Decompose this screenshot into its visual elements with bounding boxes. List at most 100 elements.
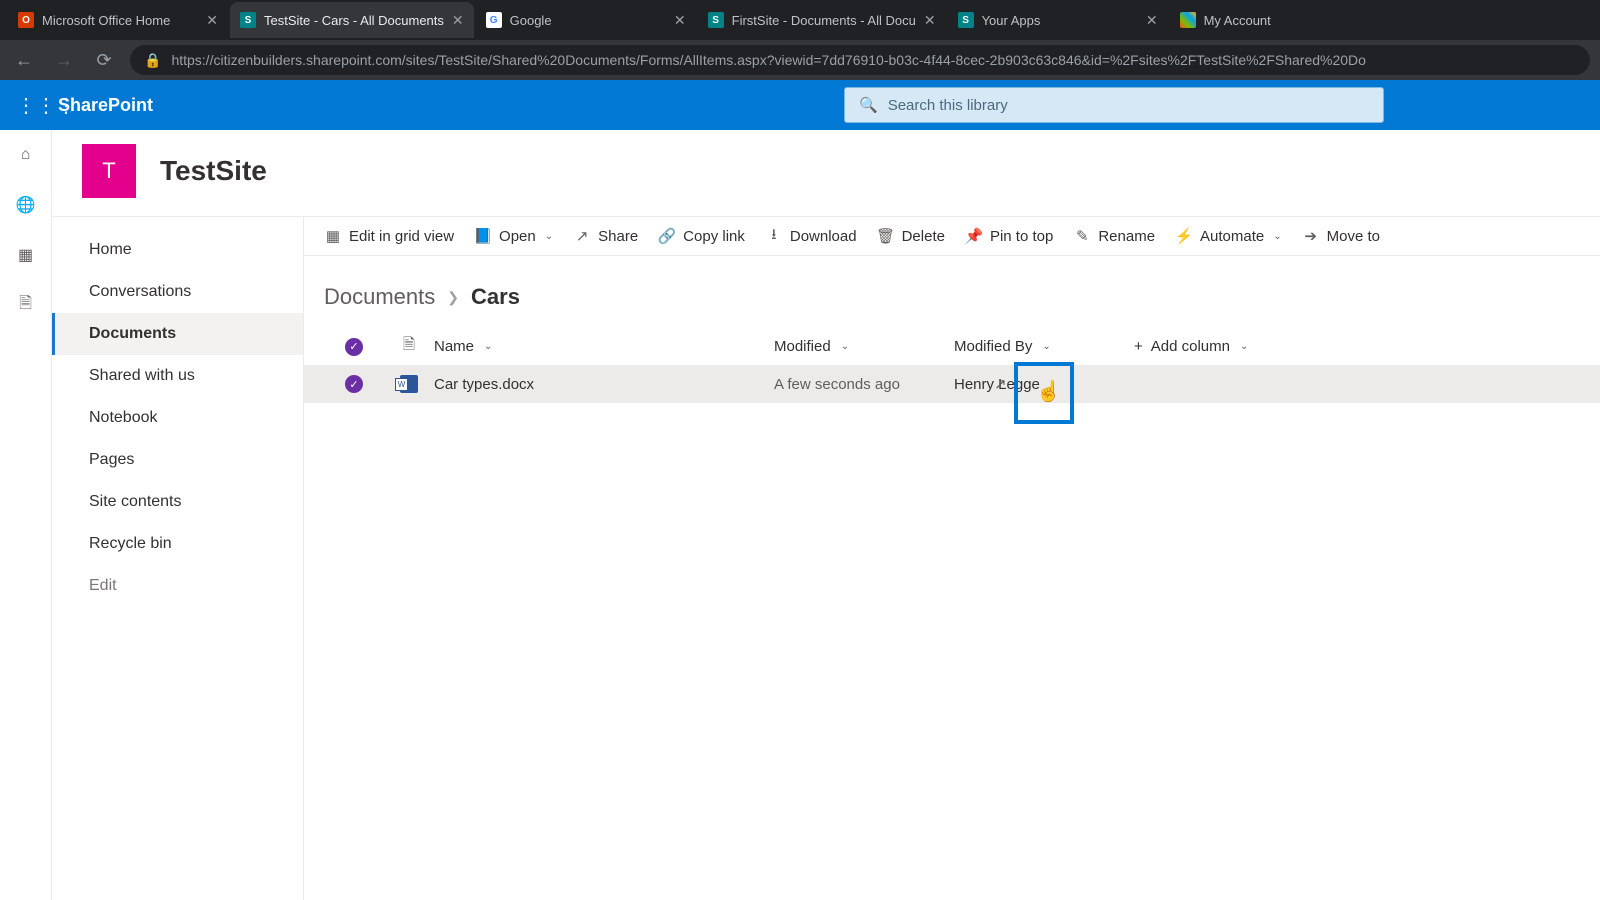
address-bar[interactable]: 🔒 https://citizenbuilders.sharepoint.com… [130, 45, 1590, 75]
favicon: S [240, 12, 256, 28]
nav-home[interactable]: Home [52, 229, 303, 271]
tab-title: FirstSite - Documents - All Docu [732, 13, 916, 28]
search-input[interactable]: 🔍 Search this library [844, 87, 1384, 123]
breadcrumb-current: Cars [471, 284, 520, 310]
close-icon[interactable]: ✕ [924, 12, 936, 29]
chevron-down-icon: ⌄ [1042, 341, 1050, 352]
browser-toolbar: ← → ⟳ 🔒 https://citizenbuilders.sharepoi… [0, 40, 1600, 80]
suite-brand[interactable]: SharePoint [58, 95, 153, 116]
column-modified-by[interactable]: Modified By⌄ [954, 338, 1134, 355]
breadcrumb: Documents ❯ Cars [304, 256, 1600, 328]
pin-icon: 📌 [965, 227, 983, 245]
home-icon[interactable]: ⌂ [15, 144, 37, 166]
edit-grid-button[interactable]: ▦Edit in grid view [324, 227, 454, 245]
move-button[interactable]: ➔Move to [1302, 227, 1380, 245]
delete-button[interactable]: 🗑Delete [877, 227, 945, 245]
news-icon[interactable]: ▦ [15, 244, 37, 266]
chevron-down-icon: ⌄ [545, 231, 553, 242]
favicon: O [18, 12, 34, 28]
rename-icon: ✎ [1073, 227, 1091, 245]
grid-icon: ▦ [324, 227, 342, 245]
command-bar: ▦Edit in grid view 📘Open⌄ ↗Share 🔗Copy l… [304, 217, 1600, 256]
tab-title: My Account [1204, 13, 1320, 28]
browser-tab[interactable]: S TestSite - Cars - All Documents ✕ [230, 2, 474, 38]
lock-icon: 🔒 [144, 52, 161, 69]
file-name[interactable]: Car types.docx [434, 376, 534, 393]
browser-tab[interactable]: S Your Apps ✕ [948, 2, 1168, 38]
pin-button[interactable]: 📌Pin to top [965, 227, 1053, 245]
site-header: T TestSite [52, 130, 1600, 216]
tab-title: TestSite - Cars - All Documents [264, 13, 444, 28]
chevron-down-icon: ⌄ [484, 341, 492, 352]
download-button[interactable]: ⭳Download [765, 227, 857, 245]
forward-button[interactable]: → [50, 50, 78, 71]
site-logo[interactable]: T [82, 144, 136, 198]
chevron-right-icon: ❯ [447, 289, 459, 306]
browser-tab[interactable]: G Google ✕ [476, 2, 696, 38]
chevron-down-icon: ⌄ [1240, 341, 1248, 352]
nav-notebook[interactable]: Notebook [52, 397, 303, 439]
plus-icon: + [1134, 338, 1143, 355]
nav-pages[interactable]: Pages [52, 439, 303, 481]
download-icon: ⭳ [765, 227, 783, 245]
app-launcher-icon[interactable]: ⋮⋮⋮ [16, 93, 40, 118]
close-icon[interactable]: ✕ [1146, 12, 1158, 29]
word-icon: 📘 [474, 227, 492, 245]
favicon: S [708, 12, 724, 28]
breadcrumb-root[interactable]: Documents [324, 284, 435, 310]
reload-button[interactable]: ⟳ [90, 50, 118, 71]
move-icon: ➔ [1302, 227, 1320, 245]
site-left-nav: Home Conversations Documents Shared with… [52, 216, 304, 900]
back-button[interactable]: ← [10, 50, 38, 71]
chevron-down-icon: ⌄ [1273, 231, 1281, 242]
rename-button[interactable]: ✎Rename [1073, 227, 1155, 245]
favicon: S [958, 12, 974, 28]
share-icon[interactable]: ↗ [994, 375, 1007, 393]
browser-tab[interactable]: My Account [1170, 2, 1330, 38]
browser-tab[interactable]: O Microsoft Office Home ✕ [8, 2, 228, 38]
row-select-toggle[interactable]: ✓ [345, 375, 363, 393]
open-button[interactable]: 📘Open⌄ [474, 227, 553, 245]
site-title[interactable]: TestSite [160, 155, 267, 187]
favicon: G [486, 12, 502, 28]
search-icon: 🔍 [859, 96, 878, 114]
select-all-toggle[interactable]: ✓ [345, 338, 363, 356]
cursor-icon: ☝ [1036, 379, 1061, 404]
global-nav-rail: ⌂ 🌐 ▦ 🗎 [0, 130, 52, 900]
file-type-icon: 🗎 [403, 334, 415, 359]
word-doc-icon [400, 375, 418, 393]
chevron-down-icon: ⌄ [841, 341, 849, 352]
nav-recycle-bin[interactable]: Recycle bin [52, 523, 303, 565]
nav-shared[interactable]: Shared with us [52, 355, 303, 397]
share-icon: ↗ [573, 227, 591, 245]
table-row[interactable]: ✓ Car types.docx A few seconds ago Henry… [304, 365, 1600, 403]
close-icon[interactable]: ✕ [674, 12, 686, 29]
flow-icon: ⚡ [1175, 227, 1193, 245]
tab-title: Google [510, 13, 666, 28]
suite-header: ⋮⋮⋮ SharePoint 🔍 Search this library [0, 80, 1600, 130]
globe-icon[interactable]: 🌐 [15, 194, 37, 216]
search-placeholder: Search this library [888, 97, 1008, 114]
nav-documents[interactable]: Documents [52, 313, 303, 355]
automate-button[interactable]: ⚡Automate⌄ [1175, 227, 1282, 245]
column-modified[interactable]: Modified⌄ [774, 338, 954, 355]
files-icon[interactable]: 🗎 [15, 294, 37, 316]
close-icon[interactable]: ✕ [452, 12, 464, 29]
trash-icon: 🗑 [877, 227, 895, 245]
favicon [1180, 12, 1196, 28]
nav-conversations[interactable]: Conversations [52, 271, 303, 313]
copy-link-button[interactable]: 🔗Copy link [658, 227, 745, 245]
nav-edit[interactable]: Edit [52, 565, 303, 607]
browser-tab-strip: O Microsoft Office Home ✕ S TestSite - C… [0, 0, 1600, 40]
tab-title: Your Apps [982, 13, 1138, 28]
url-text: https://citizenbuilders.sharepoint.com/s… [171, 52, 1366, 68]
share-button[interactable]: ↗Share [573, 227, 638, 245]
column-name[interactable]: Name⌄ [434, 338, 774, 355]
browser-tab[interactable]: S FirstSite - Documents - All Docu ✕ [698, 2, 946, 38]
link-icon: 🔗 [658, 227, 676, 245]
column-headers: ✓ 🗎 Name⌄ Modified⌄ Modified By⌄ +Add co… [304, 328, 1600, 365]
close-icon[interactable]: ✕ [206, 12, 218, 29]
add-column-button[interactable]: +Add column⌄ [1134, 338, 1248, 355]
nav-site-contents[interactable]: Site contents [52, 481, 303, 523]
modified-text: A few seconds ago [774, 376, 900, 393]
